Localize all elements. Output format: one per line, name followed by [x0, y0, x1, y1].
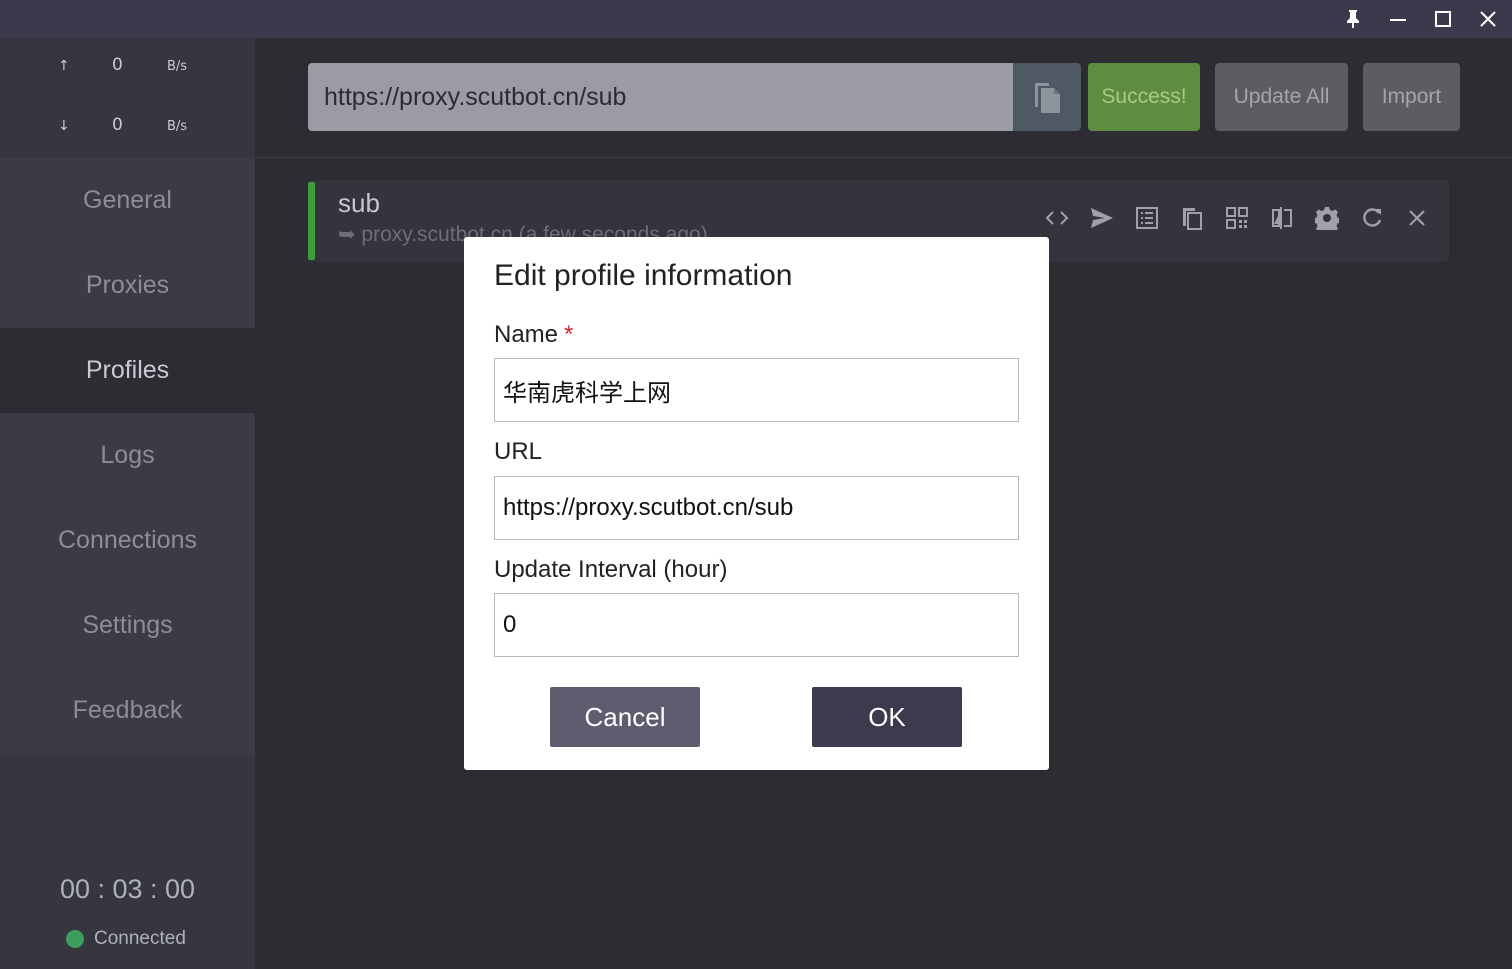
traffic-panel: ↑ 0 B/s ↓ 0 B/s	[0, 38, 255, 158]
url-input[interactable]: https://proxy.scutbot.cn/sub	[494, 476, 1019, 540]
pin-icon[interactable]	[1335, 4, 1371, 34]
close-icon[interactable]	[1470, 4, 1506, 34]
upload-speed: ↑ 0 B/s	[0, 52, 255, 82]
update-all-button[interactable]: Update All	[1215, 63, 1348, 131]
name-input[interactable]: 华南虎科学上网	[494, 358, 1019, 422]
sidebar-item-feedback[interactable]: Feedback	[0, 668, 255, 753]
success-button[interactable]: Success!	[1088, 63, 1200, 131]
profile-actions	[1034, 202, 1439, 234]
refresh-icon[interactable]	[1349, 202, 1394, 234]
dialog-title: Edit profile information	[494, 259, 793, 292]
sidebar-item-connections[interactable]: Connections	[0, 498, 255, 583]
title-bar	[0, 0, 1512, 38]
delete-icon[interactable]	[1394, 202, 1439, 234]
status-dot-icon	[66, 930, 84, 948]
subscription-url-input[interactable]: https://proxy.scutbot.cn/sub	[308, 63, 1014, 131]
cancel-button[interactable]: Cancel	[550, 687, 700, 747]
required-mark: *	[564, 321, 574, 348]
ok-button[interactable]: OK	[812, 687, 962, 747]
edit-profile-dialog: Edit profile information Name * 华南虎科学上网 U…	[464, 237, 1049, 770]
sidebar-item-general[interactable]: General	[0, 158, 255, 243]
download-unit: B/s	[167, 119, 188, 134]
minimize-icon[interactable]	[1380, 4, 1416, 34]
connection-status: Connected	[66, 928, 186, 949]
import-button[interactable]: Import	[1363, 63, 1460, 131]
download-value: 0	[112, 115, 123, 135]
sidebar: ↑ 0 B/s ↓ 0 B/s General Proxies Profiles…	[0, 38, 255, 969]
interval-label: Update Interval (hour)	[494, 556, 728, 583]
upload-arrow-icon: ↑	[58, 58, 70, 74]
list-icon[interactable]	[1124, 202, 1169, 234]
download-speed: ↓ 0 B/s	[0, 112, 255, 142]
clipboard-icon	[1035, 83, 1060, 113]
toolbar-divider	[255, 157, 1512, 158]
upload-value: 0	[112, 55, 123, 75]
profile-name: sub	[338, 188, 380, 218]
compare-icon[interactable]	[1259, 202, 1304, 234]
paste-button[interactable]	[1013, 63, 1081, 131]
sidebar-item-settings[interactable]: Settings	[0, 583, 255, 668]
uptime-timer: 00 : 03 : 00	[59, 874, 196, 904]
active-profile-indicator	[308, 182, 315, 260]
download-arrow-icon: ↓	[58, 118, 70, 134]
sidebar-item-logs[interactable]: Logs	[0, 413, 255, 498]
status-text: Connected	[94, 928, 186, 949]
sidebar-item-proxies[interactable]: Proxies	[0, 243, 255, 328]
send-icon[interactable]	[1079, 202, 1124, 234]
sidebar-nav: General Proxies Profiles Logs Connection…	[0, 158, 255, 753]
settings-icon[interactable]	[1304, 202, 1349, 234]
name-label-text: Name	[494, 321, 559, 348]
name-label: Name *	[494, 321, 573, 349]
url-label: URL	[494, 438, 543, 465]
code-icon[interactable]	[1034, 202, 1079, 234]
qr-code-icon[interactable]	[1214, 202, 1259, 234]
interval-input[interactable]: 0	[494, 593, 1019, 657]
sidebar-item-profiles[interactable]: Profiles	[0, 328, 255, 413]
copy-icon[interactable]	[1169, 202, 1214, 234]
upload-unit: B/s	[167, 59, 188, 74]
maximize-icon[interactable]	[1425, 4, 1461, 34]
